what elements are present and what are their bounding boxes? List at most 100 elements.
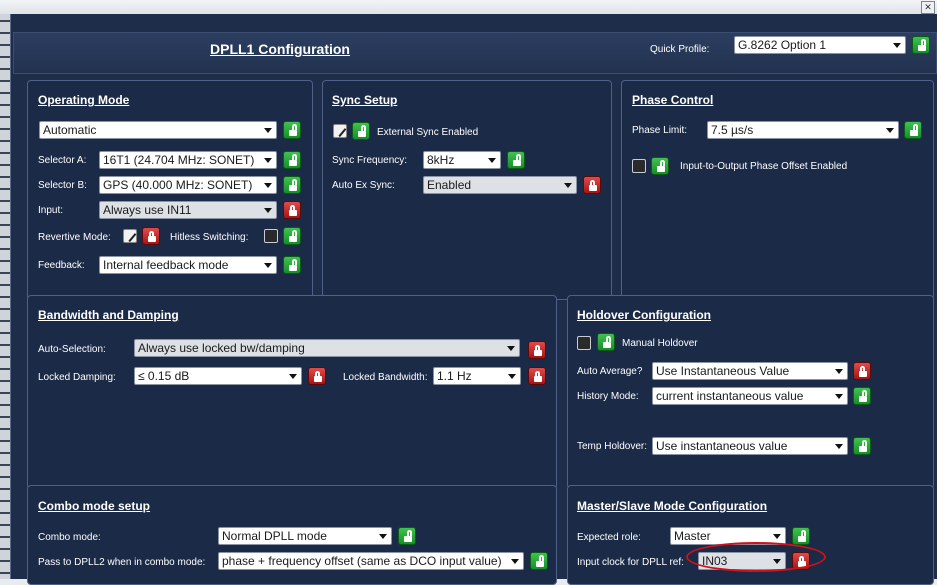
chevron-down-icon xyxy=(835,394,843,399)
lock-closed-icon[interactable] xyxy=(853,362,871,380)
chevron-down-icon xyxy=(379,534,387,539)
sync-setup-panel: Sync Setup External Sync Enabled Sync Fr… xyxy=(322,80,612,300)
lock-open-icon[interactable] xyxy=(283,256,301,274)
holdover-title: Holdover Configuration xyxy=(577,308,711,322)
chevron-down-icon xyxy=(507,346,515,351)
dpll-config-app: DPLL1 Configuration Quick Profile: G.826… xyxy=(10,14,937,585)
auto-ex-sync-label: Auto Ex Sync: xyxy=(332,180,395,191)
operating-mode-panel: Operating Mode Automatic Selector A: 16T… xyxy=(27,80,313,300)
chevron-down-icon xyxy=(488,158,496,163)
combo-mode-title: Combo mode setup xyxy=(38,499,151,513)
selector-a-label: Selector A: xyxy=(38,155,87,166)
pass-to-dpll2-label: Pass to DPLL2 when in combo mode: xyxy=(38,557,206,568)
lock-closed-icon[interactable] xyxy=(142,227,160,245)
selector-b-select[interactable]: GPS (40.000 MHz: SONET) xyxy=(99,176,277,194)
lock-open-icon[interactable] xyxy=(352,122,370,140)
lock-open-icon[interactable] xyxy=(912,36,930,54)
feedback-select[interactable]: Internal feedback mode xyxy=(99,256,277,274)
quick-profile-select[interactable]: G.8262 Option 1 xyxy=(734,36,906,54)
expected-role-value: Master xyxy=(674,529,711,543)
temp-holdover-label: Temp Holdover: xyxy=(577,441,648,452)
sync-frequency-value: 8kHz xyxy=(427,153,455,167)
chevron-down-icon xyxy=(511,559,519,564)
hitless-switching-checkbox[interactable] xyxy=(264,229,278,243)
phase-limit-value: 7.5 µs/s xyxy=(711,123,754,137)
close-icon[interactable]: ✕ xyxy=(921,1,935,14)
lock-open-icon[interactable] xyxy=(904,121,922,139)
phase-control-title: Phase Control xyxy=(632,93,714,107)
pass-to-dpll2-select[interactable]: phase + frequency offset (same as DCO in… xyxy=(218,552,524,570)
config-header: DPLL1 Configuration Quick Profile: G.826… xyxy=(13,32,937,74)
lock-open-icon[interactable] xyxy=(507,151,525,169)
phase-limit-label: Phase Limit: xyxy=(632,125,688,136)
locked-bandwidth-label: Locked Bandwidth: xyxy=(343,372,428,383)
locked-bandwidth-select[interactable]: 1.1 Hz xyxy=(433,367,521,385)
chevron-down-icon xyxy=(264,183,272,188)
manual-holdover-checkbox[interactable] xyxy=(577,336,591,350)
bandwidth-damping-panel: Bandwidth and Damping Auto-Selection: Al… xyxy=(27,295,557,489)
locked-damping-select[interactable]: ≤ 0.15 dB xyxy=(134,367,302,385)
selector-b-value: GPS (40.000 MHz: SONET) xyxy=(103,178,253,192)
lock-open-icon[interactable] xyxy=(398,527,416,545)
revertive-mode-label: Revertive Mode: xyxy=(38,232,111,243)
lock-open-icon[interactable] xyxy=(283,121,301,139)
lock-closed-icon[interactable] xyxy=(283,201,301,219)
lock-open-icon[interactable] xyxy=(853,437,871,455)
selector-a-value: 16T1 (24.704 MHz: SONET) xyxy=(103,153,255,167)
operating-mode-select[interactable]: Automatic xyxy=(39,121,277,139)
lock-closed-icon[interactable] xyxy=(528,341,546,359)
combo-mode-value: Normal DPLL mode xyxy=(222,529,327,543)
manual-holdover-label: Manual Holdover xyxy=(622,338,698,349)
lock-open-icon[interactable] xyxy=(283,151,301,169)
auto-average-select[interactable]: Use Instantaneous Value xyxy=(652,362,848,380)
pass-to-dpll2-value: phase + frequency offset (same as DCO in… xyxy=(222,554,502,568)
auto-ex-sync-select[interactable]: Enabled xyxy=(423,176,577,194)
revertive-mode-checkbox[interactable] xyxy=(123,229,137,243)
history-mode-value: current instantaneous value xyxy=(656,389,804,403)
chevron-down-icon xyxy=(508,374,516,379)
locked-damping-value: ≤ 0.15 dB xyxy=(138,369,190,383)
operating-mode-value: Automatic xyxy=(43,123,97,137)
lock-open-icon[interactable] xyxy=(792,527,810,545)
lock-open-icon[interactable] xyxy=(283,176,301,194)
lock-closed-icon[interactable] xyxy=(308,367,326,385)
window-titlebar: ✕ xyxy=(0,0,937,14)
auto-average-label: Auto Average? xyxy=(577,366,643,377)
lock-open-icon[interactable] xyxy=(651,157,669,175)
chevron-down-icon xyxy=(264,128,272,133)
external-sync-checkbox[interactable] xyxy=(333,124,347,138)
auto-selection-select[interactable]: Always use locked bw/damping xyxy=(134,339,520,357)
input-select[interactable]: Always use IN11 xyxy=(99,201,277,219)
lock-closed-icon[interactable] xyxy=(528,367,546,385)
auto-ex-sync-value: Enabled xyxy=(427,178,472,192)
temp-holdover-value: Use instantaneous value xyxy=(656,439,788,453)
lock-open-icon[interactable] xyxy=(853,387,871,405)
input-value: Always use IN11 xyxy=(103,203,192,217)
input-label: Input: xyxy=(38,205,64,216)
history-mode-select[interactable]: current instantaneous value xyxy=(652,387,848,405)
locked-damping-label: Locked Damping: xyxy=(38,372,116,383)
bandwidth-damping-title: Bandwidth and Damping xyxy=(38,308,179,322)
temp-holdover-select[interactable]: Use instantaneous value xyxy=(652,437,848,455)
lock-open-icon[interactable] xyxy=(283,227,301,245)
selector-a-select[interactable]: 16T1 (24.704 MHz: SONET) xyxy=(99,151,277,169)
auto-selection-value: Always use locked bw/damping xyxy=(138,341,305,355)
holdover-panel: Holdover Configuration Manual Holdover A… xyxy=(567,295,934,489)
chevron-down-icon xyxy=(564,183,572,188)
combo-mode-panel: Combo mode setup Combo mode: Normal DPLL… xyxy=(27,485,557,585)
phase-offset-checkbox[interactable] xyxy=(632,159,646,173)
phase-limit-select[interactable]: 7.5 µs/s xyxy=(707,121,899,139)
chevron-down-icon xyxy=(264,263,272,268)
locked-bandwidth-value: 1.1 Hz xyxy=(437,369,472,383)
lock-open-icon[interactable] xyxy=(597,333,615,351)
hitless-switching-label: Hitless Switching: xyxy=(170,232,249,243)
highlight-circle xyxy=(686,542,826,572)
history-mode-label: History Mode: xyxy=(577,391,639,402)
auto-selection-label: Auto-Selection: xyxy=(38,344,106,355)
lock-open-icon[interactable] xyxy=(530,552,548,570)
combo-mode-select[interactable]: Normal DPLL mode xyxy=(218,527,392,545)
lock-closed-icon[interactable] xyxy=(583,176,601,194)
chevron-down-icon xyxy=(264,208,272,213)
chevron-down-icon xyxy=(264,158,272,163)
sync-frequency-select[interactable]: 8kHz xyxy=(423,151,501,169)
